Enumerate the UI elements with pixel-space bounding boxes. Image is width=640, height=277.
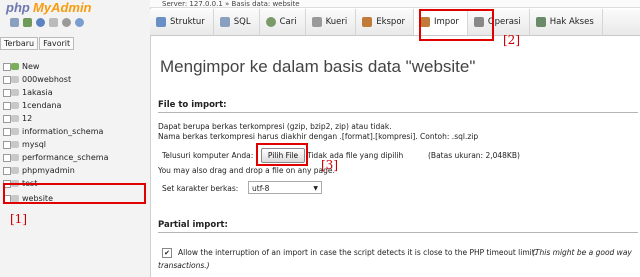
expand-icon[interactable] (3, 63, 11, 71)
database-icon (11, 115, 19, 122)
sidebar-item-information-schema[interactable]: information_schema (0, 125, 150, 138)
database-icon (11, 102, 19, 109)
chevron-down-icon: ▼ (313, 185, 318, 192)
expand-icon[interactable] (3, 154, 11, 162)
sidebar-item-000webhost[interactable]: 000webhost (0, 73, 150, 86)
page-title: Mengimpor ke dalam basis data "website" (160, 57, 476, 76)
sidebar-item-12[interactable]: 12 (0, 112, 150, 125)
database-icon (11, 76, 19, 83)
sidebar-item-phpmyadmin[interactable]: phpmyadmin (0, 164, 150, 177)
allow-interrupt-checkbox[interactable]: ✔ (162, 248, 172, 258)
logo-php-text: php (6, 0, 30, 15)
tab-label: Cari (279, 17, 297, 27)
navigation-sidebar: php MyAdmin Terbaru Favorit New 000webho… (0, 0, 151, 277)
partial-import-heading: Partial import: (158, 220, 228, 230)
database-icon (11, 141, 19, 148)
privileges-icon (535, 17, 546, 27)
breadcrumb[interactable]: Server: 127.0.0.1 » Basis data: website (150, 0, 640, 8)
expand-icon[interactable] (3, 76, 11, 84)
sidebar-item-label: information_schema (22, 127, 104, 136)
expand-icon[interactable] (3, 141, 11, 149)
database-icon (11, 167, 19, 174)
sidebar-item-label: New (22, 62, 40, 71)
tab-recent[interactable]: Terbaru (0, 37, 39, 50)
compression-description: Dapat berupa berkas terkompresi (gzip, b… (158, 122, 392, 131)
exit-icon[interactable] (23, 18, 32, 27)
logo-myadmin-text: MyAdmin (33, 0, 92, 15)
charset-select[interactable]: utf-8 ▼ (248, 181, 322, 194)
section-divider (158, 232, 638, 233)
settings-icon[interactable] (62, 18, 71, 27)
new-database-icon (11, 63, 19, 70)
sidebar-item-label: performance_schema (22, 153, 109, 162)
tab-kueri[interactable]: Kueri (306, 9, 357, 35)
tab-label: Hak Akses (549, 17, 594, 27)
database-icon (11, 128, 19, 135)
query-icon (311, 17, 322, 27)
sidebar-item-1cendana[interactable]: 1cendana (0, 99, 150, 112)
drag-drop-hint: You may also drag and drop a file on any… (158, 166, 335, 175)
reload-icon[interactable] (75, 18, 84, 27)
expand-icon[interactable] (3, 89, 11, 97)
sidebar-icon-row (10, 18, 84, 30)
help-icon[interactable] (36, 18, 45, 27)
annotation-marker-3: [3] (321, 158, 338, 172)
allow-interrupt-note: (This might be a good way (532, 248, 632, 257)
tab-label: Kueri (325, 17, 348, 27)
sidebar-item-label: phpmyadmin (22, 166, 75, 175)
tab-label: SQL (233, 17, 251, 27)
sql-icon (219, 17, 230, 27)
phpmyadmin-logo[interactable]: php MyAdmin (2, 0, 102, 17)
highlight-box-choose-file (256, 143, 308, 166)
tab-cari[interactable]: Cari (260, 9, 306, 35)
tab-sql[interactable]: SQL (214, 9, 260, 35)
filename-format-description: Nama berkas terkompresi harus diakhir de… (158, 132, 479, 141)
annotation-marker-1: [1] (10, 212, 27, 226)
max-upload-size: (Batas ukuran: 2,048KB) (428, 151, 520, 160)
tab-favorites[interactable]: Favorit (39, 37, 75, 50)
tab-ekspor[interactable]: Ekspor (356, 9, 415, 35)
highlight-box-website (3, 183, 146, 204)
allow-interrupt-label: Allow the interruption of an import in c… (178, 248, 538, 257)
sidebar-item-label: 1akasia (22, 88, 53, 97)
expand-icon[interactable] (3, 167, 11, 175)
sidebar-item-1akasia[interactable]: 1akasia (0, 86, 150, 99)
search-icon (265, 17, 276, 27)
sidebar-item-label: 1cendana (22, 101, 62, 110)
docs-icon[interactable] (49, 18, 58, 27)
sidebar-item-performance-schema[interactable]: performance_schema (0, 151, 150, 164)
database-icon (11, 154, 19, 161)
charset-value: utf-8 (252, 184, 270, 193)
sidebar-item-mysql[interactable]: mysql (0, 138, 150, 151)
sidebar-item-label: 000webhost (22, 75, 72, 84)
tab-label: Ekspor (376, 17, 406, 27)
expand-icon[interactable] (3, 128, 11, 136)
file-to-import-heading: File to import: (158, 100, 227, 110)
database-icon (11, 89, 19, 96)
expand-icon[interactable] (3, 102, 11, 110)
tab-hak-akses[interactable]: Hak Akses (530, 9, 603, 35)
tab-label: Struktur (170, 17, 205, 27)
expand-icon[interactable] (3, 115, 11, 123)
import-panel: Mengimpor ke dalam basis data "website" … (150, 35, 640, 277)
browse-label: Telusuri komputer Anda: (162, 151, 254, 160)
sidebar-item-label: 12 (22, 114, 33, 123)
tab-struktur[interactable]: Struktur (150, 9, 214, 35)
main-menu-tabs: Struktur SQL Cari Kueri Ekspor Impor Ope… (150, 9, 640, 36)
charset-label: Set karakter berkas: (162, 184, 239, 193)
export-icon (362, 17, 373, 27)
sidebar-item-new[interactable]: New (0, 60, 150, 73)
sidebar-tabs: Terbaru Favorit (0, 37, 75, 50)
home-icon[interactable] (10, 18, 19, 27)
sidebar-item-label: mysql (22, 140, 46, 149)
structure-icon (156, 17, 166, 27)
section-divider (158, 112, 638, 113)
allow-interrupt-note-continued: transactions.) (158, 261, 210, 270)
